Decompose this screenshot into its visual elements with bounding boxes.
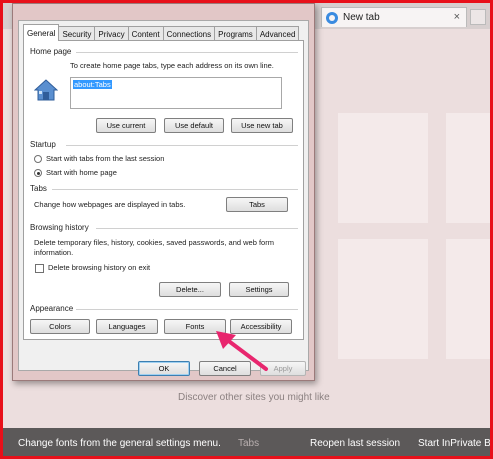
tab-general[interactable]: General (23, 24, 60, 41)
highlight-frame (0, 0, 493, 459)
